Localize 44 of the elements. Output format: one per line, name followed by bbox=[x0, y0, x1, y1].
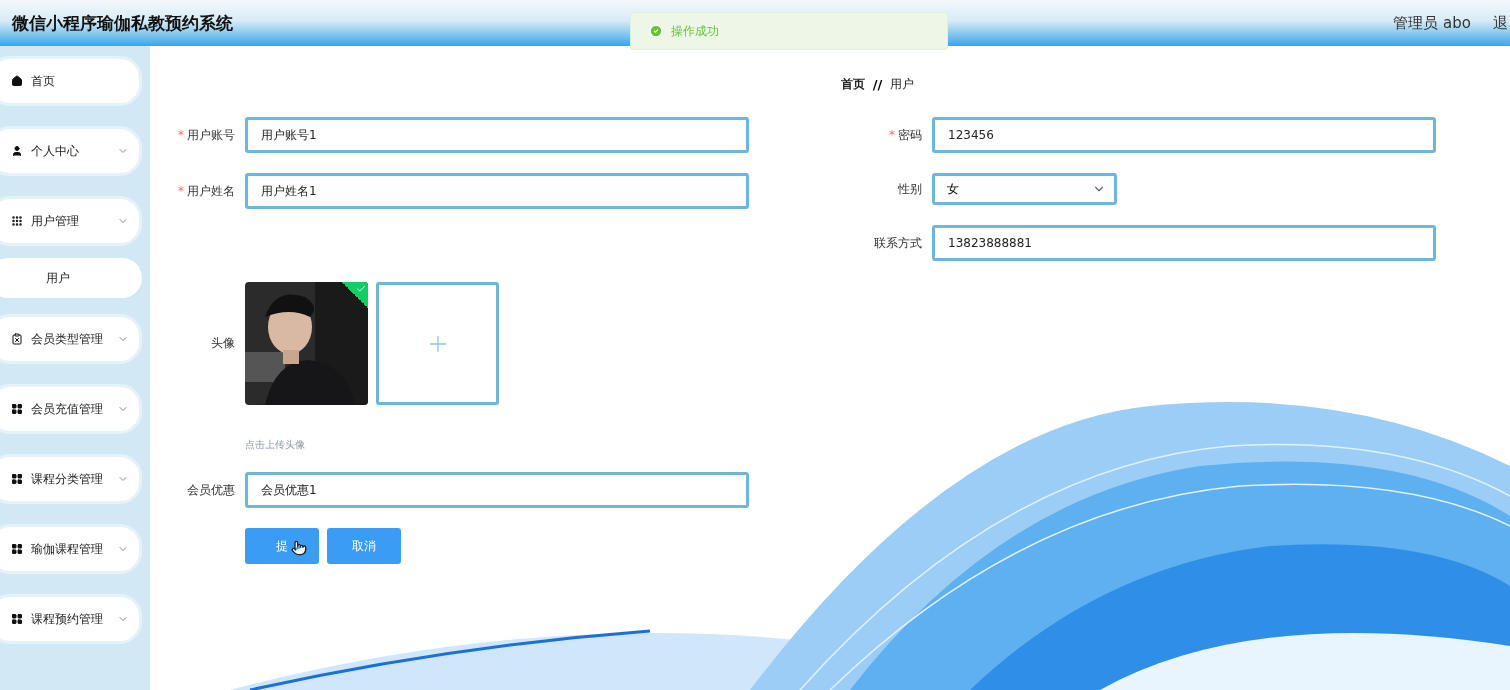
upload-button[interactable] bbox=[376, 282, 499, 405]
sidebar-item[interactable]: 课程分类管理 bbox=[0, 454, 142, 504]
breadcrumb-separator: // bbox=[872, 76, 883, 92]
field-label: 性别 bbox=[898, 181, 922, 196]
blocks-icon bbox=[11, 613, 23, 625]
sidebar-item[interactable]: 会员类型管理 bbox=[0, 314, 142, 364]
sidebar-item[interactable]: 用户管理 bbox=[0, 196, 142, 246]
admin-name: 管理员 abo bbox=[1393, 13, 1471, 33]
gender-select[interactable]: 女 bbox=[932, 173, 1117, 205]
sidebar-item[interactable]: 会员充值管理 bbox=[0, 384, 142, 434]
app-title: 微信小程序瑜伽私教预约系统 bbox=[12, 11, 233, 35]
clipboard-icon bbox=[11, 333, 23, 345]
logout-link[interactable]: 退 bbox=[1493, 13, 1508, 33]
field-label: 头像 bbox=[211, 336, 235, 350]
sidebar-item[interactable]: 首页 bbox=[0, 56, 142, 106]
blocks-icon bbox=[11, 473, 23, 485]
blocks-icon bbox=[11, 543, 23, 555]
sidebar-item[interactable]: 瑜伽课程管理 bbox=[0, 524, 142, 574]
text-field[interactable]: 会员优惠1 bbox=[245, 472, 749, 508]
field-label: 用户姓名 bbox=[187, 183, 235, 198]
sidebar-item[interactable]: 课程预约管理 bbox=[0, 594, 142, 644]
field-label: 会员优惠 bbox=[187, 482, 235, 497]
required-mark: * bbox=[178, 183, 184, 198]
toast-message: 操作成功 bbox=[671, 22, 719, 40]
home-icon bbox=[11, 75, 23, 87]
success-icon bbox=[649, 24, 663, 38]
text-field[interactable]: 用户账号1 bbox=[245, 117, 749, 153]
blocks-icon bbox=[11, 403, 23, 415]
text-field[interactable]: 13823888881 bbox=[932, 225, 1436, 261]
sidebar-subitem[interactable]: 用户 bbox=[0, 258, 142, 298]
user-icon bbox=[11, 145, 23, 157]
text-field[interactable]: 123456 bbox=[932, 117, 1436, 153]
breadcrumb-item: 用户 bbox=[890, 75, 915, 93]
upload-hint: 点击上传头像 bbox=[245, 438, 306, 452]
sidebar-item[interactable]: 个人中心 bbox=[0, 126, 142, 176]
grid-icon bbox=[11, 215, 23, 227]
field-label: 联系方式 bbox=[874, 235, 922, 250]
breadcrumb-item[interactable]: 首页 bbox=[840, 75, 865, 93]
hand-cursor-icon bbox=[291, 540, 307, 556]
required-mark: * bbox=[178, 127, 184, 142]
field-label: 用户账号 bbox=[187, 127, 235, 142]
field-label: 密码 bbox=[898, 127, 922, 142]
required-mark: * bbox=[889, 127, 895, 142]
text-field[interactable]: 用户姓名1 bbox=[245, 173, 749, 209]
